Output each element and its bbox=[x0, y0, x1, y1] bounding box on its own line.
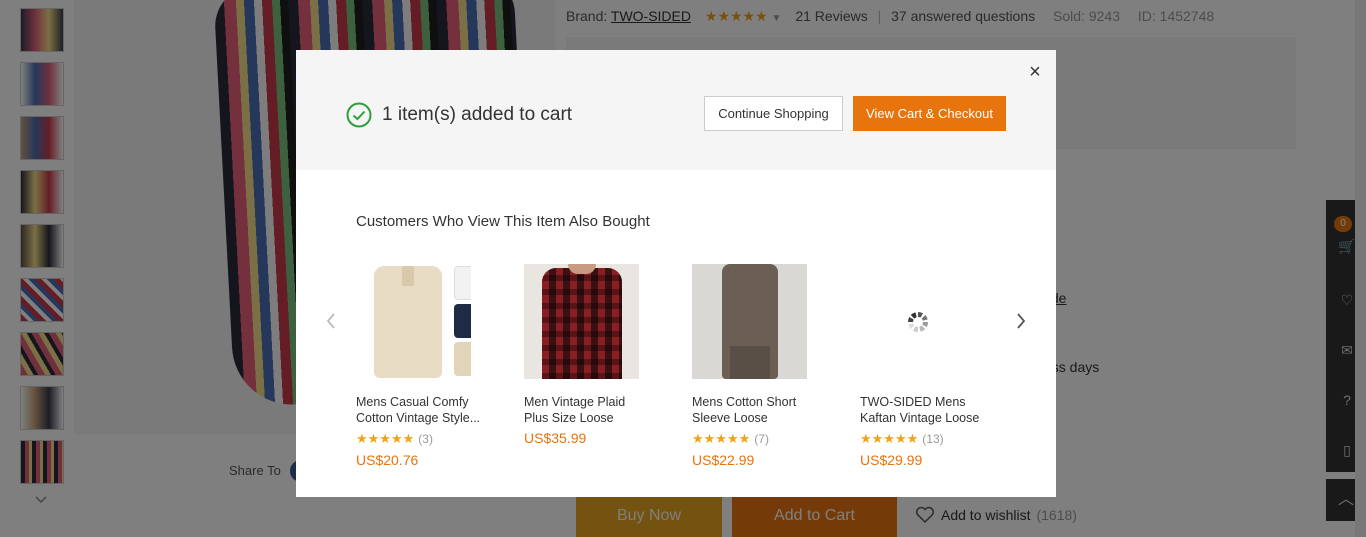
recommended-product[interactable]: Mens Casual Comfy Cotton Vintage Style..… bbox=[356, 264, 481, 468]
close-icon[interactable]: × bbox=[1025, 62, 1045, 82]
product-price: US$35.99 bbox=[524, 430, 587, 446]
product-image[interactable] bbox=[524, 264, 639, 379]
check-circle-icon bbox=[346, 102, 372, 128]
continue-shopping-button[interactable]: Continue Shopping bbox=[704, 96, 843, 131]
chevron-left-icon[interactable] bbox=[321, 312, 341, 332]
loading-spinner-icon bbox=[908, 312, 928, 332]
recommended-product[interactable]: Men Vintage Plaid Plus Size Loose Checke… bbox=[524, 264, 649, 446]
chevron-right-icon[interactable] bbox=[1011, 312, 1031, 332]
product-name[interactable]: Mens Cotton Short Sleeve Loose Romper... bbox=[692, 394, 817, 426]
recommended-product[interactable]: TWO-SIDED Mens Kaftan Vintage Loose ... … bbox=[860, 264, 985, 468]
product-name[interactable]: TWO-SIDED Mens Kaftan Vintage Loose ... bbox=[860, 394, 985, 426]
rating-stars: ★★★★★ bbox=[692, 431, 751, 446]
product-rating: ★★★★★ (3) bbox=[356, 431, 481, 447]
product-name[interactable]: Men Vintage Plaid Plus Size Loose Checke… bbox=[524, 394, 649, 426]
product-page: Share To Brand: TWO-SIDED ★★★★★ ▼ 21 Rev… bbox=[0, 0, 1366, 537]
review-count: (3) bbox=[418, 432, 433, 446]
product-rating: ★★★★★ (13) bbox=[860, 431, 985, 447]
recommended-product[interactable]: Mens Cotton Short Sleeve Loose Romper...… bbox=[692, 264, 817, 468]
product-price: US$20.76 bbox=[356, 452, 419, 468]
product-name[interactable]: Mens Casual Comfy Cotton Vintage Style..… bbox=[356, 394, 481, 426]
view-cart-checkout-button[interactable]: View Cart & Checkout bbox=[853, 96, 1006, 131]
product-price: US$22.99 bbox=[692, 452, 755, 468]
product-image[interactable] bbox=[860, 264, 975, 379]
product-image[interactable] bbox=[692, 264, 807, 379]
product-rating: ★★★★★ (7) bbox=[692, 431, 817, 447]
added-to-cart-modal: × 1 item(s) added to cart Continue Shopp… bbox=[296, 50, 1056, 497]
added-to-cart-message: 1 item(s) added to cart bbox=[382, 104, 573, 125]
review-count: (13) bbox=[922, 432, 944, 446]
product-image[interactable] bbox=[356, 264, 471, 379]
product-price: US$29.99 bbox=[860, 452, 923, 468]
rating-stars: ★★★★★ bbox=[356, 431, 415, 446]
review-count: (7) bbox=[754, 432, 769, 446]
modal-header: × 1 item(s) added to cart Continue Shopp… bbox=[296, 50, 1056, 170]
rating-stars: ★★★★★ bbox=[860, 431, 919, 446]
recommendations-title: Customers Who View This Item Also Bought bbox=[356, 213, 650, 230]
